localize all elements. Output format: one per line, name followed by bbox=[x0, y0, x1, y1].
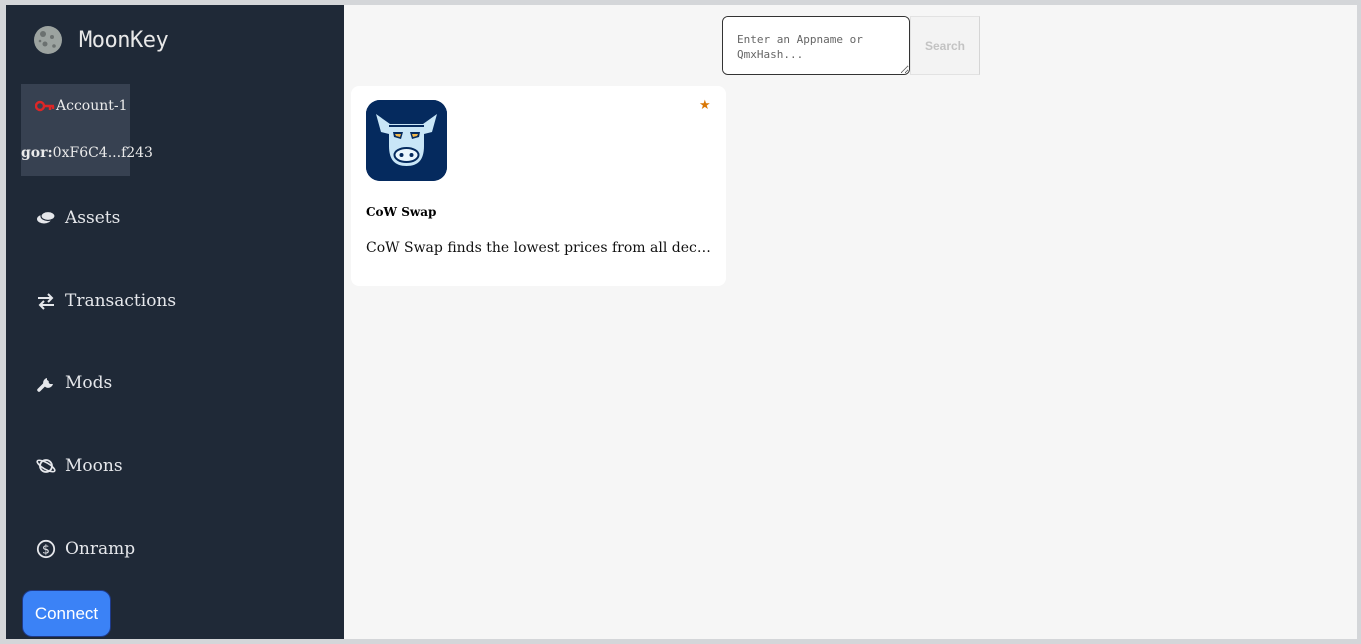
wrench-icon bbox=[37, 378, 53, 392]
account-panel[interactable]: Account-1 gor:0xF6C4...f243 bbox=[21, 84, 153, 176]
network-prefix: gor: bbox=[21, 145, 53, 161]
cow-logo-icon bbox=[366, 100, 447, 181]
svg-text:$: $ bbox=[42, 543, 50, 557]
moon-icon bbox=[34, 26, 62, 54]
coins-icon bbox=[37, 210, 56, 224]
planet-icon bbox=[36, 459, 56, 473]
search-button[interactable]: Search bbox=[910, 16, 980, 75]
nav-item-assets[interactable]: Assets bbox=[36, 208, 120, 228]
nav-item-moons[interactable]: Moons bbox=[36, 456, 123, 476]
account-address[interactable]: gor:0xF6C4...f243 bbox=[21, 145, 153, 161]
nav-item-transactions[interactable]: Transactions bbox=[36, 291, 176, 311]
nav-label: Mods bbox=[65, 373, 113, 393]
brand[interactable]: MoonKey bbox=[33, 25, 169, 55]
nav-label: Moons bbox=[65, 456, 123, 476]
favorite-star-icon[interactable]: ★ bbox=[699, 98, 711, 113]
app-description: CoW Swap finds the lowest prices from al… bbox=[366, 240, 711, 256]
main-content: Search ★ CoW Swap CoW S bbox=[344, 5, 1357, 639]
app-window: MoonKey Account-1 gor:0xF6C4...f243 Asse… bbox=[6, 5, 1357, 639]
nav-item-mods[interactable]: Mods bbox=[36, 373, 112, 393]
nav-label: Onramp bbox=[65, 539, 136, 559]
search-input[interactable] bbox=[722, 16, 910, 75]
dollar-circle-icon: $ bbox=[36, 539, 56, 559]
account-name: Account-1 bbox=[56, 98, 128, 114]
sidebar: MoonKey Account-1 gor:0xF6C4...f243 Asse… bbox=[6, 5, 344, 639]
nav-item-onramp[interactable]: $ Onramp bbox=[36, 539, 135, 559]
swap-arrows-icon bbox=[38, 293, 54, 310]
nav-label: Assets bbox=[65, 208, 121, 228]
brand-name: MoonKey bbox=[79, 27, 169, 53]
nav-label: Transactions bbox=[65, 291, 177, 311]
address-text: 0xF6C4...f243 bbox=[52, 145, 153, 161]
key-icon bbox=[35, 100, 55, 112]
connect-button[interactable]: Connect bbox=[22, 590, 111, 637]
app-title: CoW Swap bbox=[366, 205, 437, 219]
account-name-row: Account-1 bbox=[35, 98, 128, 114]
app-card[interactable]: ★ CoW Swap CoW Swap finds the lowest pri… bbox=[351, 86, 726, 286]
